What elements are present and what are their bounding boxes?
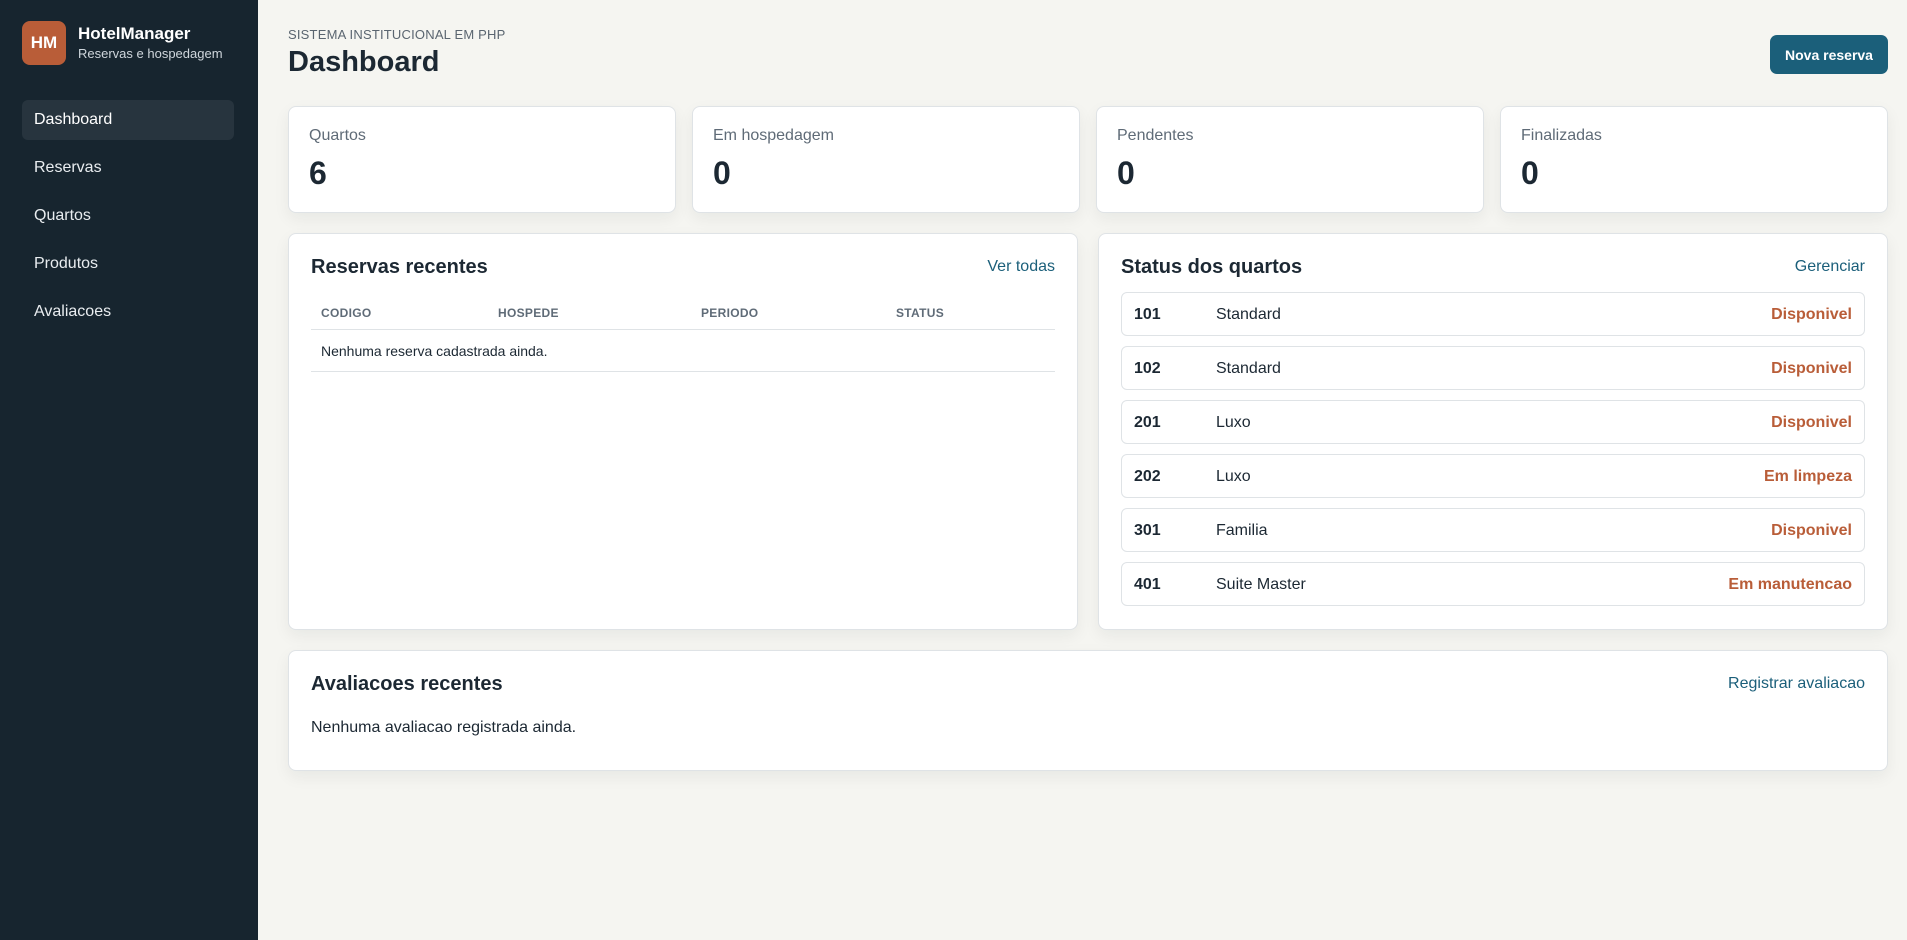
stat-value: 0	[713, 155, 731, 191]
room-list: 101 Standard Disponivel 102 Standard Dis…	[1121, 292, 1865, 616]
room-number: 301	[1134, 522, 1161, 539]
room-status: Em limpeza	[1763, 468, 1852, 485]
room-status: Disponivel	[1771, 360, 1852, 377]
brand-text: HotelManager Reservas e hospedagem	[78, 24, 223, 63]
room-type: Standard	[1216, 306, 1281, 323]
register-review-link[interactable]: Registrar avaliacao	[1728, 675, 1865, 693]
recent-reviews-title: Avaliacoes recentes	[311, 673, 503, 695]
room-row-101[interactable]: 101 Standard Disponivel	[1121, 292, 1865, 336]
stat-value: 0	[1521, 155, 1539, 191]
stat-label: Em hospedagem	[713, 127, 834, 144]
new-reservation-button[interactable]: Nova reserva	[1770, 35, 1888, 74]
brand-subtitle: Reservas e hospedagem	[78, 45, 223, 61]
stat-card-em-hospedagem: Em hospedagem 0	[692, 106, 1080, 213]
room-type: Suite Master	[1216, 576, 1306, 593]
room-status: Em manutencao	[1728, 576, 1852, 593]
sidebar-item-produtos[interactable]: Produtos	[22, 244, 234, 284]
room-row-301[interactable]: 301 Familia Disponivel	[1121, 508, 1865, 552]
recent-reservations-title: Reservas recentes	[311, 256, 488, 278]
room-type: Luxo	[1216, 414, 1251, 431]
room-status-card: Status dos quartos Gerenciar 101 Standar…	[1098, 233, 1888, 630]
table-empty-row: Nenhuma reserva cadastrada ainda.	[311, 330, 1055, 372]
room-type: Familia	[1216, 522, 1268, 539]
room-status-title: Status dos quartos	[1121, 256, 1303, 278]
room-type: Luxo	[1216, 468, 1251, 485]
brand-name: HotelManager	[78, 23, 191, 43]
column-header-status[interactable]: STATUS	[896, 306, 944, 320]
room-row-102[interactable]: 102 Standard Disponivel	[1121, 346, 1865, 390]
room-type: Standard	[1216, 360, 1281, 377]
stat-label: Quartos	[309, 127, 366, 144]
stat-card-pendentes: Pendentes 0	[1096, 106, 1484, 213]
stat-label: Pendentes	[1117, 127, 1194, 144]
room-status: Disponivel	[1771, 414, 1852, 431]
room-number: 201	[1134, 414, 1161, 431]
room-number: 202	[1134, 468, 1161, 485]
stat-value: 6	[309, 155, 327, 191]
room-row-202[interactable]: 202 Luxo Em limpeza	[1121, 454, 1865, 498]
brand-logo: HM	[22, 21, 66, 65]
page-eyebrow: SISTEMA INSTITUCIONAL EM PHP	[288, 27, 506, 42]
room-number: 401	[1134, 576, 1161, 593]
stat-card-finalizadas: Finalizadas 0	[1500, 106, 1888, 213]
room-number: 101	[1134, 306, 1161, 323]
sidebar-item-quartos[interactable]: Quartos	[22, 196, 234, 236]
room-status: Disponivel	[1771, 306, 1852, 323]
stat-card-quartos: Quartos 6	[288, 106, 676, 213]
stat-value: 0	[1117, 155, 1135, 191]
sidebar-item-dashboard[interactable]: Dashboard	[22, 100, 234, 140]
brand[interactable]: HM HotelManager Reservas e hospedagem	[22, 21, 223, 65]
table-header: CODIGO HOSPEDE PERIODO STATUS	[311, 292, 1055, 330]
column-header-periodo[interactable]: PERIODO	[701, 306, 758, 320]
empty-message: Nenhuma reserva cadastrada ainda.	[321, 343, 548, 359]
sidebar-nav: Dashboard Reservas Quartos Produtos Aval…	[22, 100, 234, 340]
column-header-hospede[interactable]: HOSPEDE	[498, 306, 559, 320]
recent-reservations-card: Reservas recentes Ver todas CODIGO HOSPE…	[288, 233, 1078, 630]
manage-rooms-link[interactable]: Gerenciar	[1795, 258, 1865, 276]
room-row-201[interactable]: 201 Luxo Disponivel	[1121, 400, 1865, 444]
room-number: 102	[1134, 360, 1161, 377]
reviews-empty-message: Nenhuma avaliacao registrada ainda.	[311, 719, 577, 736]
sidebar-item-avaliacoes[interactable]: Avaliacoes	[22, 292, 234, 332]
sidebar: HM HotelManager Reservas e hospedagem Da…	[0, 0, 258, 940]
column-header-codigo[interactable]: CODIGO	[321, 306, 371, 320]
sidebar-item-reservas[interactable]: Reservas	[22, 148, 234, 188]
room-status: Disponivel	[1771, 522, 1852, 539]
reservations-table: CODIGO HOSPEDE PERIODO STATUS Nenhuma re…	[311, 292, 1055, 372]
view-all-reservations-link[interactable]: Ver todas	[987, 258, 1055, 276]
recent-reviews-card: Avaliacoes recentes Registrar avaliacao …	[288, 650, 1888, 771]
page-title: Dashboard	[288, 46, 440, 78]
stat-label: Finalizadas	[1521, 127, 1602, 144]
room-row-401[interactable]: 401 Suite Master Em manutencao	[1121, 562, 1865, 606]
